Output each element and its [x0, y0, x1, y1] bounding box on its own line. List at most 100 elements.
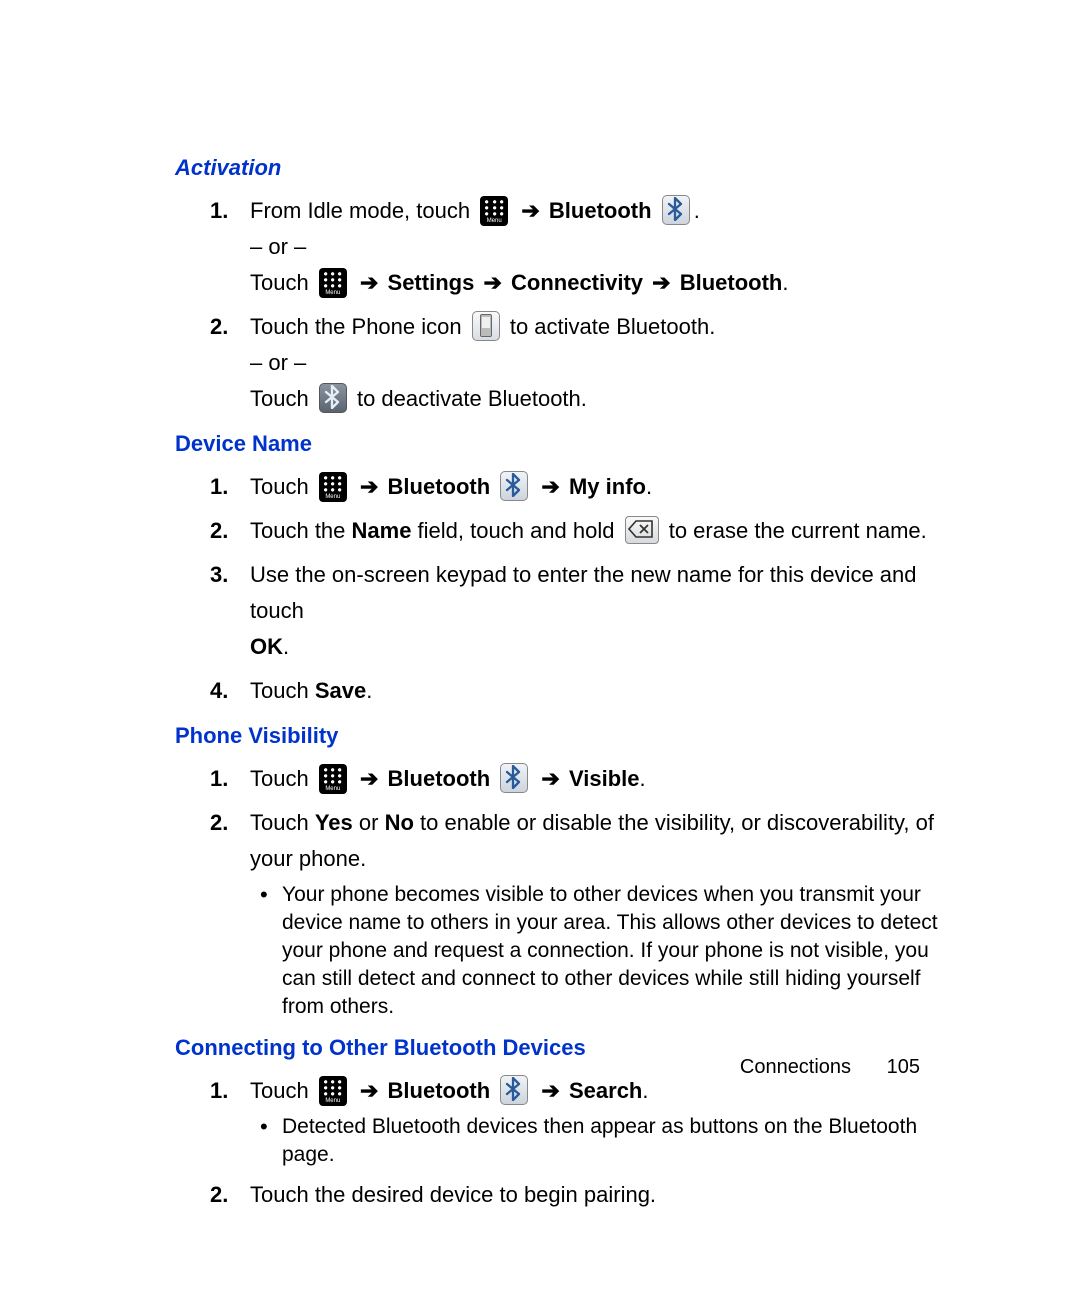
text: Touch: [250, 386, 315, 411]
text: Touch the: [250, 518, 352, 543]
arrow-icon: ➔: [652, 265, 670, 301]
bluetooth-icon: [500, 1075, 528, 1105]
step-number: 2.: [210, 309, 228, 345]
text: Touch: [250, 678, 315, 703]
text: .: [642, 1078, 648, 1103]
label-bluetooth: Bluetooth: [388, 766, 491, 791]
visibility-bullets: Your phone becomes visible to other devi…: [260, 881, 950, 1021]
label-bluetooth: Bluetooth: [549, 198, 652, 223]
text: Touch the desired device to begin pairin…: [250, 1182, 656, 1207]
step-number: 1.: [210, 761, 228, 797]
page-footer: Connections 105: [740, 1056, 920, 1079]
activation-step-1: 1. From Idle mode, touch ➔ Bluetooth . –…: [210, 193, 950, 301]
text: Touch: [250, 1078, 315, 1103]
alt-path: Touch to deactivate Bluetooth.: [250, 381, 950, 417]
arrow-icon: ➔: [483, 265, 501, 301]
label-ok: OK: [250, 634, 283, 659]
text: to deactivate Bluetooth.: [357, 386, 587, 411]
alt-path: Touch ➔ Settings ➔ Connectivity ➔ Blueto…: [250, 265, 950, 301]
step-number: 2.: [210, 513, 228, 549]
heading-activation: Activation: [175, 155, 950, 181]
arrow-icon: ➔: [360, 761, 378, 797]
step-number: 1.: [210, 1073, 228, 1109]
step-number: 2.: [210, 1177, 228, 1213]
activation-steps: 1. From Idle mode, touch ➔ Bluetooth . –…: [210, 193, 950, 417]
backspace-icon: [625, 516, 659, 544]
text: to erase the current name.: [669, 518, 927, 543]
text: Touch: [250, 810, 315, 835]
menu-icon: [319, 1076, 347, 1106]
footer-page-number: 105: [887, 1056, 920, 1078]
conn-step-1: 1. Touch ➔ Bluetooth ➔ Search. Detected …: [210, 1073, 950, 1169]
step-number: 3.: [210, 557, 228, 593]
devname-step-4: 4. Touch Save.: [210, 673, 950, 709]
arrow-icon: ➔: [521, 193, 539, 229]
footer-section: Connections: [740, 1056, 851, 1078]
activation-step-2: 2. Touch the Phone icon to activate Blue…: [210, 309, 950, 417]
label-name: Name: [352, 518, 412, 543]
label-bluetooth: Bluetooth: [388, 474, 491, 499]
conn-step-2: 2. Touch the desired device to begin pai…: [210, 1177, 950, 1213]
heading-device-name: Device Name: [175, 431, 950, 457]
text: Use the on-screen keypad to enter the ne…: [250, 562, 917, 623]
step-number: 4.: [210, 673, 228, 709]
devname-step-2: 2. Touch the Name field, touch and hold …: [210, 513, 950, 549]
text: Touch: [250, 766, 315, 791]
label-bluetooth: Bluetooth: [680, 270, 783, 295]
label-my-info: My info: [569, 474, 646, 499]
arrow-icon: ➔: [360, 265, 378, 301]
arrow-icon: ➔: [541, 761, 559, 797]
menu-icon: [319, 268, 347, 298]
text: Touch the Phone icon: [250, 314, 468, 339]
menu-icon: [319, 472, 347, 502]
text: .: [782, 270, 788, 295]
menu-icon: [319, 764, 347, 794]
label-save: Save: [315, 678, 366, 703]
vis-step-2: 2. Touch Yes or No to enable or disable …: [210, 805, 950, 1021]
label-yes: Yes: [315, 810, 353, 835]
menu-icon: [480, 196, 508, 226]
text: .: [694, 198, 700, 223]
text: to activate Bluetooth.: [510, 314, 715, 339]
label-connectivity: Connectivity: [511, 270, 643, 295]
bluetooth-icon: [662, 195, 690, 225]
vis-step-1: 1. Touch ➔ Bluetooth ➔ Visible.: [210, 761, 950, 797]
manual-page: Activation 1. From Idle mode, touch ➔ Bl…: [0, 0, 1080, 1307]
or-divider: – or –: [250, 345, 950, 381]
label-settings: Settings: [388, 270, 475, 295]
heading-phone-visibility: Phone Visibility: [175, 723, 950, 749]
connecting-bullets: Detected Bluetooth devices then appear a…: [260, 1113, 950, 1169]
text: Touch: [250, 474, 315, 499]
step-number: 1.: [210, 469, 228, 505]
devname-step-3: 3. Use the on-screen keypad to enter the…: [210, 557, 950, 665]
text: From Idle mode, touch: [250, 198, 476, 223]
text: .: [366, 678, 372, 703]
step-number: 1.: [210, 193, 228, 229]
arrow-icon: ➔: [360, 1073, 378, 1109]
text: Touch: [250, 270, 315, 295]
or-divider: – or –: [250, 229, 950, 265]
device-name-steps: 1. Touch ➔ Bluetooth ➔ My info. 2. Touch…: [210, 469, 950, 709]
label-no: No: [385, 810, 414, 835]
label-search: Search: [569, 1078, 642, 1103]
text: .: [640, 766, 646, 791]
label-bluetooth: Bluetooth: [388, 1078, 491, 1103]
bluetooth-icon: [500, 471, 528, 501]
text: .: [646, 474, 652, 499]
detected-bt-detail: Detected Bluetooth devices then appear a…: [260, 1113, 950, 1169]
arrow-icon: ➔: [541, 1073, 559, 1109]
devname-step-1: 1. Touch ➔ Bluetooth ➔ My info.: [210, 469, 950, 505]
arrow-icon: ➔: [541, 469, 559, 505]
text: field, touch and hold: [411, 518, 620, 543]
text: .: [283, 634, 289, 659]
connecting-steps: 1. Touch ➔ Bluetooth ➔ Search. Detected …: [210, 1073, 950, 1213]
step-number: 2.: [210, 805, 228, 841]
visibility-steps: 1. Touch ➔ Bluetooth ➔ Visible. 2. Touch…: [210, 761, 950, 1021]
label-visible: Visible: [569, 766, 640, 791]
bluetooth-off-icon: [319, 383, 347, 413]
visibility-detail: Your phone becomes visible to other devi…: [260, 881, 950, 1021]
phone-icon: [472, 311, 500, 341]
text: or: [353, 810, 385, 835]
arrow-icon: ➔: [360, 469, 378, 505]
bluetooth-icon: [500, 763, 528, 793]
